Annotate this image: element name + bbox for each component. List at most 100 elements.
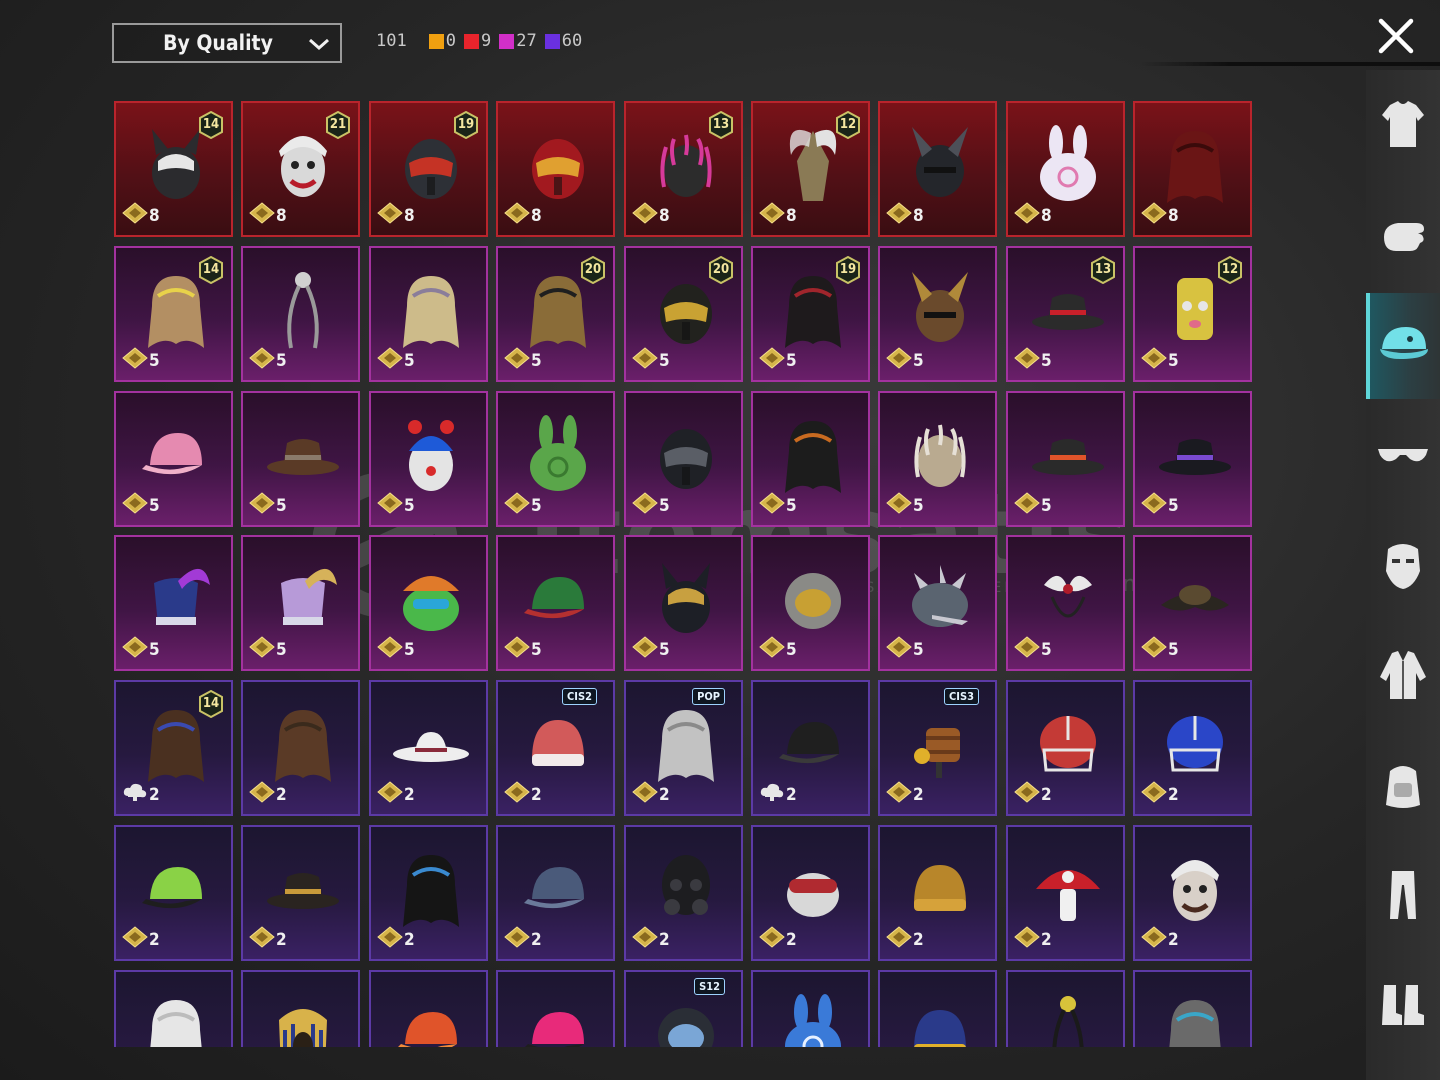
item-card[interactable]: 2 <box>369 680 488 816</box>
item-card[interactable] <box>496 970 615 1047</box>
item-card[interactable]: 2 <box>751 680 870 816</box>
item-card[interactable] <box>241 970 360 1047</box>
points-indicator: 8 <box>886 202 924 229</box>
sidebar-item-emote[interactable] <box>1366 183 1440 289</box>
item-card[interactable]: 21 8 <box>241 101 360 237</box>
item-card[interactable]: 14 8 <box>114 101 233 237</box>
item-card[interactable]: 5 <box>369 246 488 382</box>
item-card[interactable] <box>369 970 488 1047</box>
item-card[interactable]: S12 <box>624 970 743 1047</box>
item-card[interactable]: 12 8 <box>751 101 870 237</box>
item-card[interactable]: 20 5 <box>496 246 615 382</box>
sort-dropdown[interactable]: By Quality <box>112 23 342 63</box>
item-card[interactable]: 13 5 <box>1006 246 1125 382</box>
points-indicator: 5 <box>504 347 542 374</box>
item-card[interactable]: 5 <box>878 246 997 382</box>
points-indicator: 2 <box>1141 926 1179 953</box>
points-indicator: 8 <box>1014 202 1052 229</box>
item-card[interactable]: 2 <box>1006 680 1125 816</box>
item-card[interactable]: 2 <box>751 825 870 961</box>
item-card[interactable]: 5 <box>496 535 615 671</box>
item-image <box>524 577 584 619</box>
points-indicator: 2 <box>249 926 287 953</box>
item-card[interactable]: 5 <box>878 535 997 671</box>
sidebar-item-shoes[interactable] <box>1366 953 1440 1059</box>
points-indicator: 8 <box>1141 202 1179 229</box>
item-card[interactable]: 2 <box>1133 825 1252 961</box>
item-card[interactable]: 5 <box>751 535 870 671</box>
item-card[interactable]: 2 <box>241 680 360 816</box>
item-card[interactable]: 5 <box>114 391 233 527</box>
item-card[interactable]: 5 <box>1006 535 1125 671</box>
sidebar-item-backpack[interactable] <box>1366 733 1440 839</box>
item-card[interactable]: 2 <box>1133 680 1252 816</box>
sidebar-item-pants[interactable] <box>1366 843 1440 949</box>
item-card[interactable] <box>751 970 870 1047</box>
points-value: 5 <box>149 495 160 516</box>
level-value: 14 <box>202 696 220 711</box>
item-card[interactable]: 2 <box>1006 825 1125 961</box>
item-card[interactable]: 2 <box>624 825 743 961</box>
diamond-icon <box>249 636 275 663</box>
item-image <box>403 276 459 348</box>
item-card[interactable] <box>1006 970 1125 1047</box>
item-card[interactable]: 5 <box>496 391 615 527</box>
item-card[interactable]: 13 8 <box>624 101 743 237</box>
item-card[interactable] <box>1133 970 1252 1047</box>
item-card[interactable]: 19 5 <box>751 246 870 382</box>
item-card[interactable]: 8 <box>1006 101 1125 237</box>
sidebar-item-headwear[interactable] <box>1366 293 1440 399</box>
item-card[interactable]: 5 <box>114 535 233 671</box>
item-card[interactable]: 5 <box>369 535 488 671</box>
item-card[interactable]: 5 <box>1133 391 1252 527</box>
item-card[interactable]: 14 5 <box>114 246 233 382</box>
cap-icon <box>1380 327 1428 359</box>
item-card[interactable]: 14 2 <box>114 680 233 816</box>
item-card[interactable]: 2 <box>369 825 488 961</box>
item-card[interactable]: 8 <box>878 101 997 237</box>
item-card[interactable]: 8 <box>496 101 615 237</box>
diamond-icon <box>504 636 530 663</box>
diamond-icon <box>122 492 148 519</box>
level-value: 21 <box>329 117 347 132</box>
item-card[interactable]: 5 <box>1006 391 1125 527</box>
item-card[interactable]: POP 2 <box>624 680 743 816</box>
item-card[interactable] <box>878 970 997 1047</box>
item-image <box>525 1012 584 1047</box>
item-image <box>912 565 968 627</box>
item-card[interactable]: CIS2 2 <box>496 680 615 816</box>
sidebar-item-top[interactable] <box>1366 623 1440 729</box>
level-badge: 14 <box>198 111 224 139</box>
season-tag: S12 <box>694 978 725 995</box>
points-indicator: 2 <box>1014 926 1052 953</box>
item-card[interactable]: 19 8 <box>369 101 488 237</box>
item-card[interactable]: CIS3 2 <box>878 680 997 816</box>
item-card[interactable]: 8 <box>1133 101 1252 237</box>
item-card[interactable]: 5 <box>624 391 743 527</box>
diamond-icon <box>759 492 785 519</box>
close-icon[interactable] <box>1376 16 1416 56</box>
item-card[interactable]: 5 <box>1133 535 1252 671</box>
item-card[interactable]: 5 <box>878 391 997 527</box>
points-indicator: 5 <box>504 492 542 519</box>
item-card[interactable]: 2 <box>878 825 997 961</box>
item-card[interactable]: 5 <box>241 391 360 527</box>
item-card[interactable]: 5 <box>751 391 870 527</box>
points-value: 5 <box>1041 639 1052 660</box>
item-card[interactable]: 5 <box>241 246 360 382</box>
item-card[interactable] <box>114 970 233 1047</box>
sidebar-item-outfit[interactable] <box>1366 73 1440 179</box>
item-card[interactable]: 5 <box>369 391 488 527</box>
item-image <box>785 573 841 629</box>
points-indicator: 2 <box>122 781 160 808</box>
item-card[interactable]: 5 <box>624 535 743 671</box>
item-card[interactable]: 2 <box>114 825 233 961</box>
item-card[interactable]: 2 <box>496 825 615 961</box>
diamond-icon <box>377 926 403 953</box>
sidebar-item-face[interactable] <box>1366 513 1440 619</box>
item-card[interactable]: 12 5 <box>1133 246 1252 382</box>
item-card[interactable]: 20 5 <box>624 246 743 382</box>
sidebar-item-eyewear[interactable] <box>1366 403 1440 509</box>
item-card[interactable]: 5 <box>241 535 360 671</box>
item-card[interactable]: 2 <box>241 825 360 961</box>
